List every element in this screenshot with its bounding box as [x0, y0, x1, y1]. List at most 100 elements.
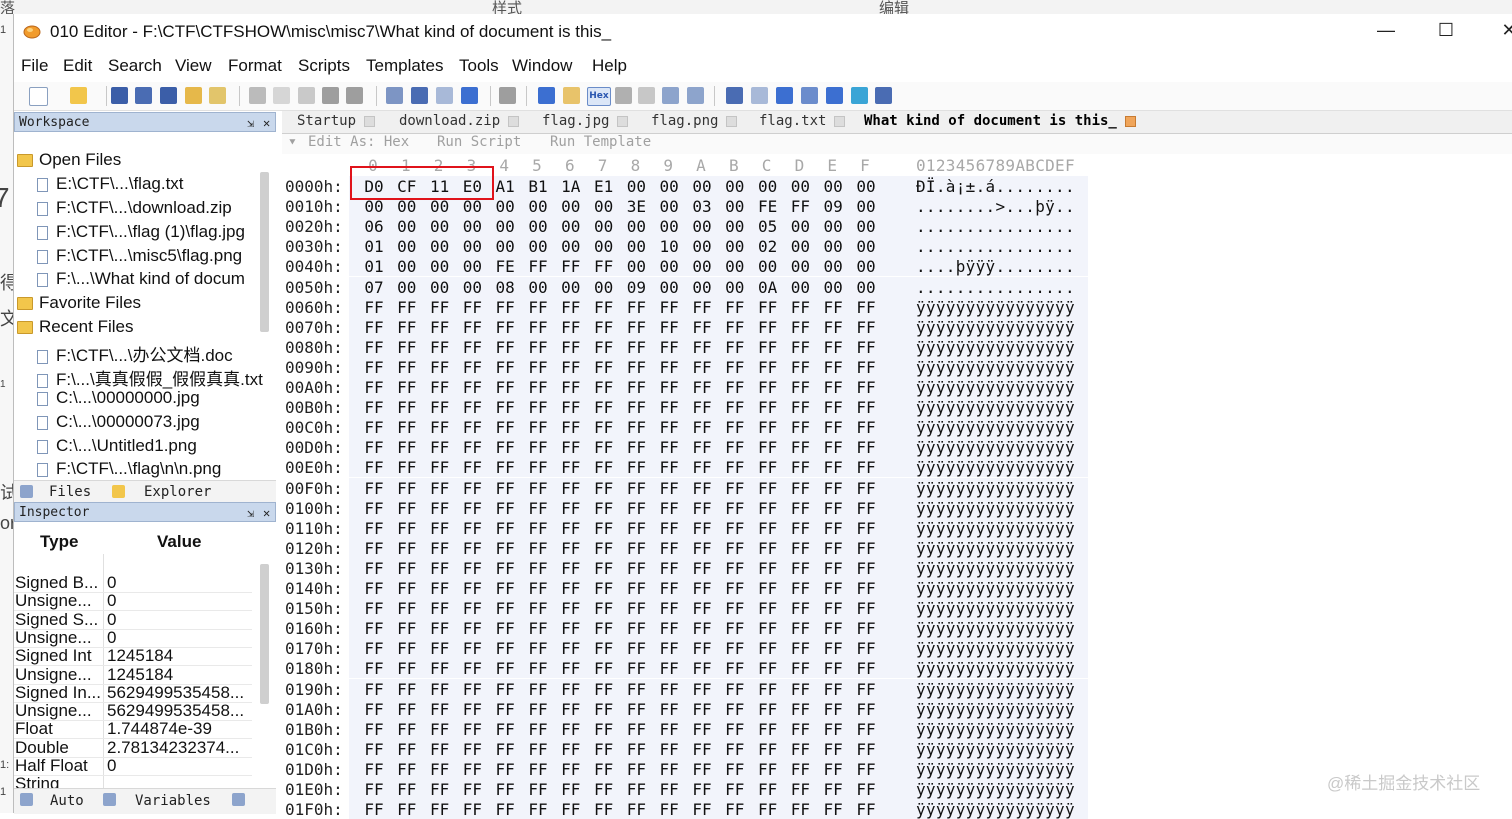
tree-item-recent-file[interactable]: C:\...\00000000.jpg: [37, 388, 200, 412]
histogram-icon[interactable]: [826, 87, 843, 104]
hex-byte[interactable]: FF: [788, 458, 812, 477]
hex-byte[interactable]: FF: [690, 680, 714, 699]
tab-close-icon[interactable]: [726, 115, 738, 127]
hex-byte[interactable]: FF: [690, 740, 714, 759]
hex-byte[interactable]: FF: [624, 479, 648, 498]
hex-byte[interactable]: 00: [460, 278, 484, 297]
hex-byte[interactable]: 00: [788, 237, 812, 256]
tab-active-document[interactable]: What kind of document is this_: [864, 113, 1136, 129]
hex-byte[interactable]: 00: [690, 278, 714, 297]
hex-byte[interactable]: FF: [756, 438, 780, 457]
hex-byte[interactable]: FF: [526, 257, 550, 276]
hex-row[interactable]: 01F0h: FF FF FF FF FF FF FF FF FF FF FF FF FF FF FF FF ÿÿ…: [282, 799, 1091, 819]
ascii-text[interactable]: ÿÿÿÿÿÿÿÿÿÿÿÿÿÿÿÿ: [916, 559, 1075, 578]
inspector-value-header[interactable]: Value: [157, 532, 201, 552]
menu-file[interactable]: File: [21, 56, 48, 76]
hex-byte[interactable]: FF: [428, 519, 452, 538]
hex-byte[interactable]: FF: [756, 318, 780, 337]
hex-byte[interactable]: FF: [559, 639, 583, 658]
ascii-text[interactable]: ÿÿÿÿÿÿÿÿÿÿÿÿÿÿÿÿ: [916, 338, 1075, 357]
hex-byte[interactable]: FF: [821, 639, 845, 658]
hex-byte[interactable]: FF: [526, 800, 550, 819]
hex-byte[interactable]: FF: [690, 519, 714, 538]
hex-byte[interactable]: FF: [756, 599, 780, 618]
tree-favorite-files[interactable]: Favorite Files: [17, 293, 141, 317]
tab-close-icon[interactable]: [1124, 115, 1136, 127]
tree-item-open-file[interactable]: F:\...\What kind of docum: [37, 269, 245, 293]
run-template-dropdown[interactable]: Run Template: [550, 134, 651, 150]
hex-byte[interactable]: FF: [657, 398, 681, 417]
ascii-text[interactable]: ........>...þÿ..: [916, 197, 1075, 216]
hex-byte[interactable]: 00: [788, 278, 812, 297]
hex-byte[interactable]: FF: [460, 499, 484, 518]
hex-byte[interactable]: FF: [559, 499, 583, 518]
hex-byte[interactable]: FF: [756, 780, 780, 799]
hex-byte[interactable]: FF: [395, 378, 419, 397]
hex-byte[interactable]: 00: [723, 278, 747, 297]
hex-byte[interactable]: FF: [592, 458, 616, 477]
hex-byte[interactable]: FF: [756, 298, 780, 317]
hex-byte[interactable]: 00: [395, 278, 419, 297]
hex-row[interactable]: 00D0h: FF FF FF FF FF FF FF FF FF FF FF FF FF FF FF FF ÿÿ…: [282, 437, 1091, 458]
hex-byte[interactable]: FF: [395, 358, 419, 377]
hex-byte[interactable]: 09: [624, 278, 648, 297]
hex-byte[interactable]: FF: [821, 499, 845, 518]
ascii-text[interactable]: ÿÿÿÿÿÿÿÿÿÿÿÿÿÿÿÿ: [916, 700, 1075, 719]
hex-byte[interactable]: FF: [559, 358, 583, 377]
hex-byte[interactable]: FF: [428, 438, 452, 457]
title-bar[interactable]: 010 Editor - F:\CTF\CTFSHOW\misc\misc7\W…: [14, 14, 1512, 50]
ascii-text[interactable]: ÿÿÿÿÿÿÿÿÿÿÿÿÿÿÿÿ: [916, 539, 1075, 558]
hex-byte[interactable]: 00: [854, 217, 878, 236]
maximize-button[interactable]: ☐: [1431, 20, 1461, 44]
hex-byte[interactable]: FF: [854, 418, 878, 437]
inspector-row[interactable]: Signed Int 1245184: [14, 646, 252, 667]
hex-byte[interactable]: FF: [657, 780, 681, 799]
hex-byte[interactable]: FF: [854, 378, 878, 397]
hex-byte[interactable]: FF: [493, 760, 517, 779]
hex-byte[interactable]: FF: [559, 780, 583, 799]
hex-byte[interactable]: FF: [624, 720, 648, 739]
hex-row[interactable]: 0110h: FF FF FF FF FF FF FF FF FF FF FF FF FF FF FF FF ÿÿ…: [282, 517, 1091, 538]
hex-byte[interactable]: FF: [428, 479, 452, 498]
hex-byte[interactable]: FF: [788, 499, 812, 518]
hex-byte[interactable]: FF: [428, 458, 452, 477]
hex-byte[interactable]: 06: [362, 217, 386, 236]
tree-item-open-file[interactable]: F:\CTF\...\flag (1)\flag.jpg: [37, 222, 245, 246]
inspector-row[interactable]: Half Float 0: [14, 756, 252, 776]
hex-byte[interactable]: FF: [756, 519, 780, 538]
hex-byte[interactable]: FF: [821, 479, 845, 498]
hex-byte[interactable]: FF: [821, 800, 845, 819]
ascii-text[interactable]: ÿÿÿÿÿÿÿÿÿÿÿÿÿÿÿÿ: [916, 458, 1075, 477]
hex-byte[interactable]: 00: [395, 217, 419, 236]
hex-byte[interactable]: FF: [821, 358, 845, 377]
hex-byte[interactable]: FF: [526, 338, 550, 357]
hex-byte[interactable]: 02: [756, 237, 780, 256]
hex-byte[interactable]: FF: [362, 298, 386, 317]
hex-byte[interactable]: FF: [624, 780, 648, 799]
hex-byte[interactable]: FF: [756, 499, 780, 518]
hex-byte[interactable]: FF: [493, 338, 517, 357]
tree-item-open-file[interactable]: F:\CTF\...\download.zip: [37, 198, 232, 222]
hex-byte[interactable]: FF: [559, 298, 583, 317]
tree-item-recent-file[interactable]: F:\...\真真假假_假假真真.txt: [37, 365, 263, 389]
hex-byte[interactable]: FF: [460, 539, 484, 558]
hex-byte[interactable]: FF: [428, 599, 452, 618]
hex-byte[interactable]: FF: [362, 458, 386, 477]
hex-byte[interactable]: FF: [493, 298, 517, 317]
hex-byte[interactable]: FF: [559, 438, 583, 457]
hex-byte[interactable]: FF: [526, 398, 550, 417]
hex-byte[interactable]: FF: [788, 539, 812, 558]
hex-byte[interactable]: FF: [362, 539, 386, 558]
hex-byte[interactable]: FF: [821, 438, 845, 457]
ascii-text[interactable]: ................: [916, 278, 1075, 297]
hex-byte[interactable]: FF: [493, 378, 517, 397]
hex-byte[interactable]: FF: [657, 579, 681, 598]
hex-byte[interactable]: 08: [493, 278, 517, 297]
hex-row[interactable]: 0140h: FF FF FF FF FF FF FF FF FF FF FF FF FF FF FF FF ÿÿ…: [282, 578, 1091, 598]
pin-icon[interactable]: ⇲: [247, 114, 254, 133]
hex-row[interactable]: 00C0h: FF FF FF FF FF FF FF FF FF FF FF FF FF FF FF FF ÿÿ…: [282, 417, 1091, 438]
hex-byte[interactable]: FF: [657, 458, 681, 477]
hex-byte[interactable]: 00: [788, 177, 812, 196]
hex-byte[interactable]: FF: [460, 378, 484, 397]
hex-byte[interactable]: FF: [526, 720, 550, 739]
